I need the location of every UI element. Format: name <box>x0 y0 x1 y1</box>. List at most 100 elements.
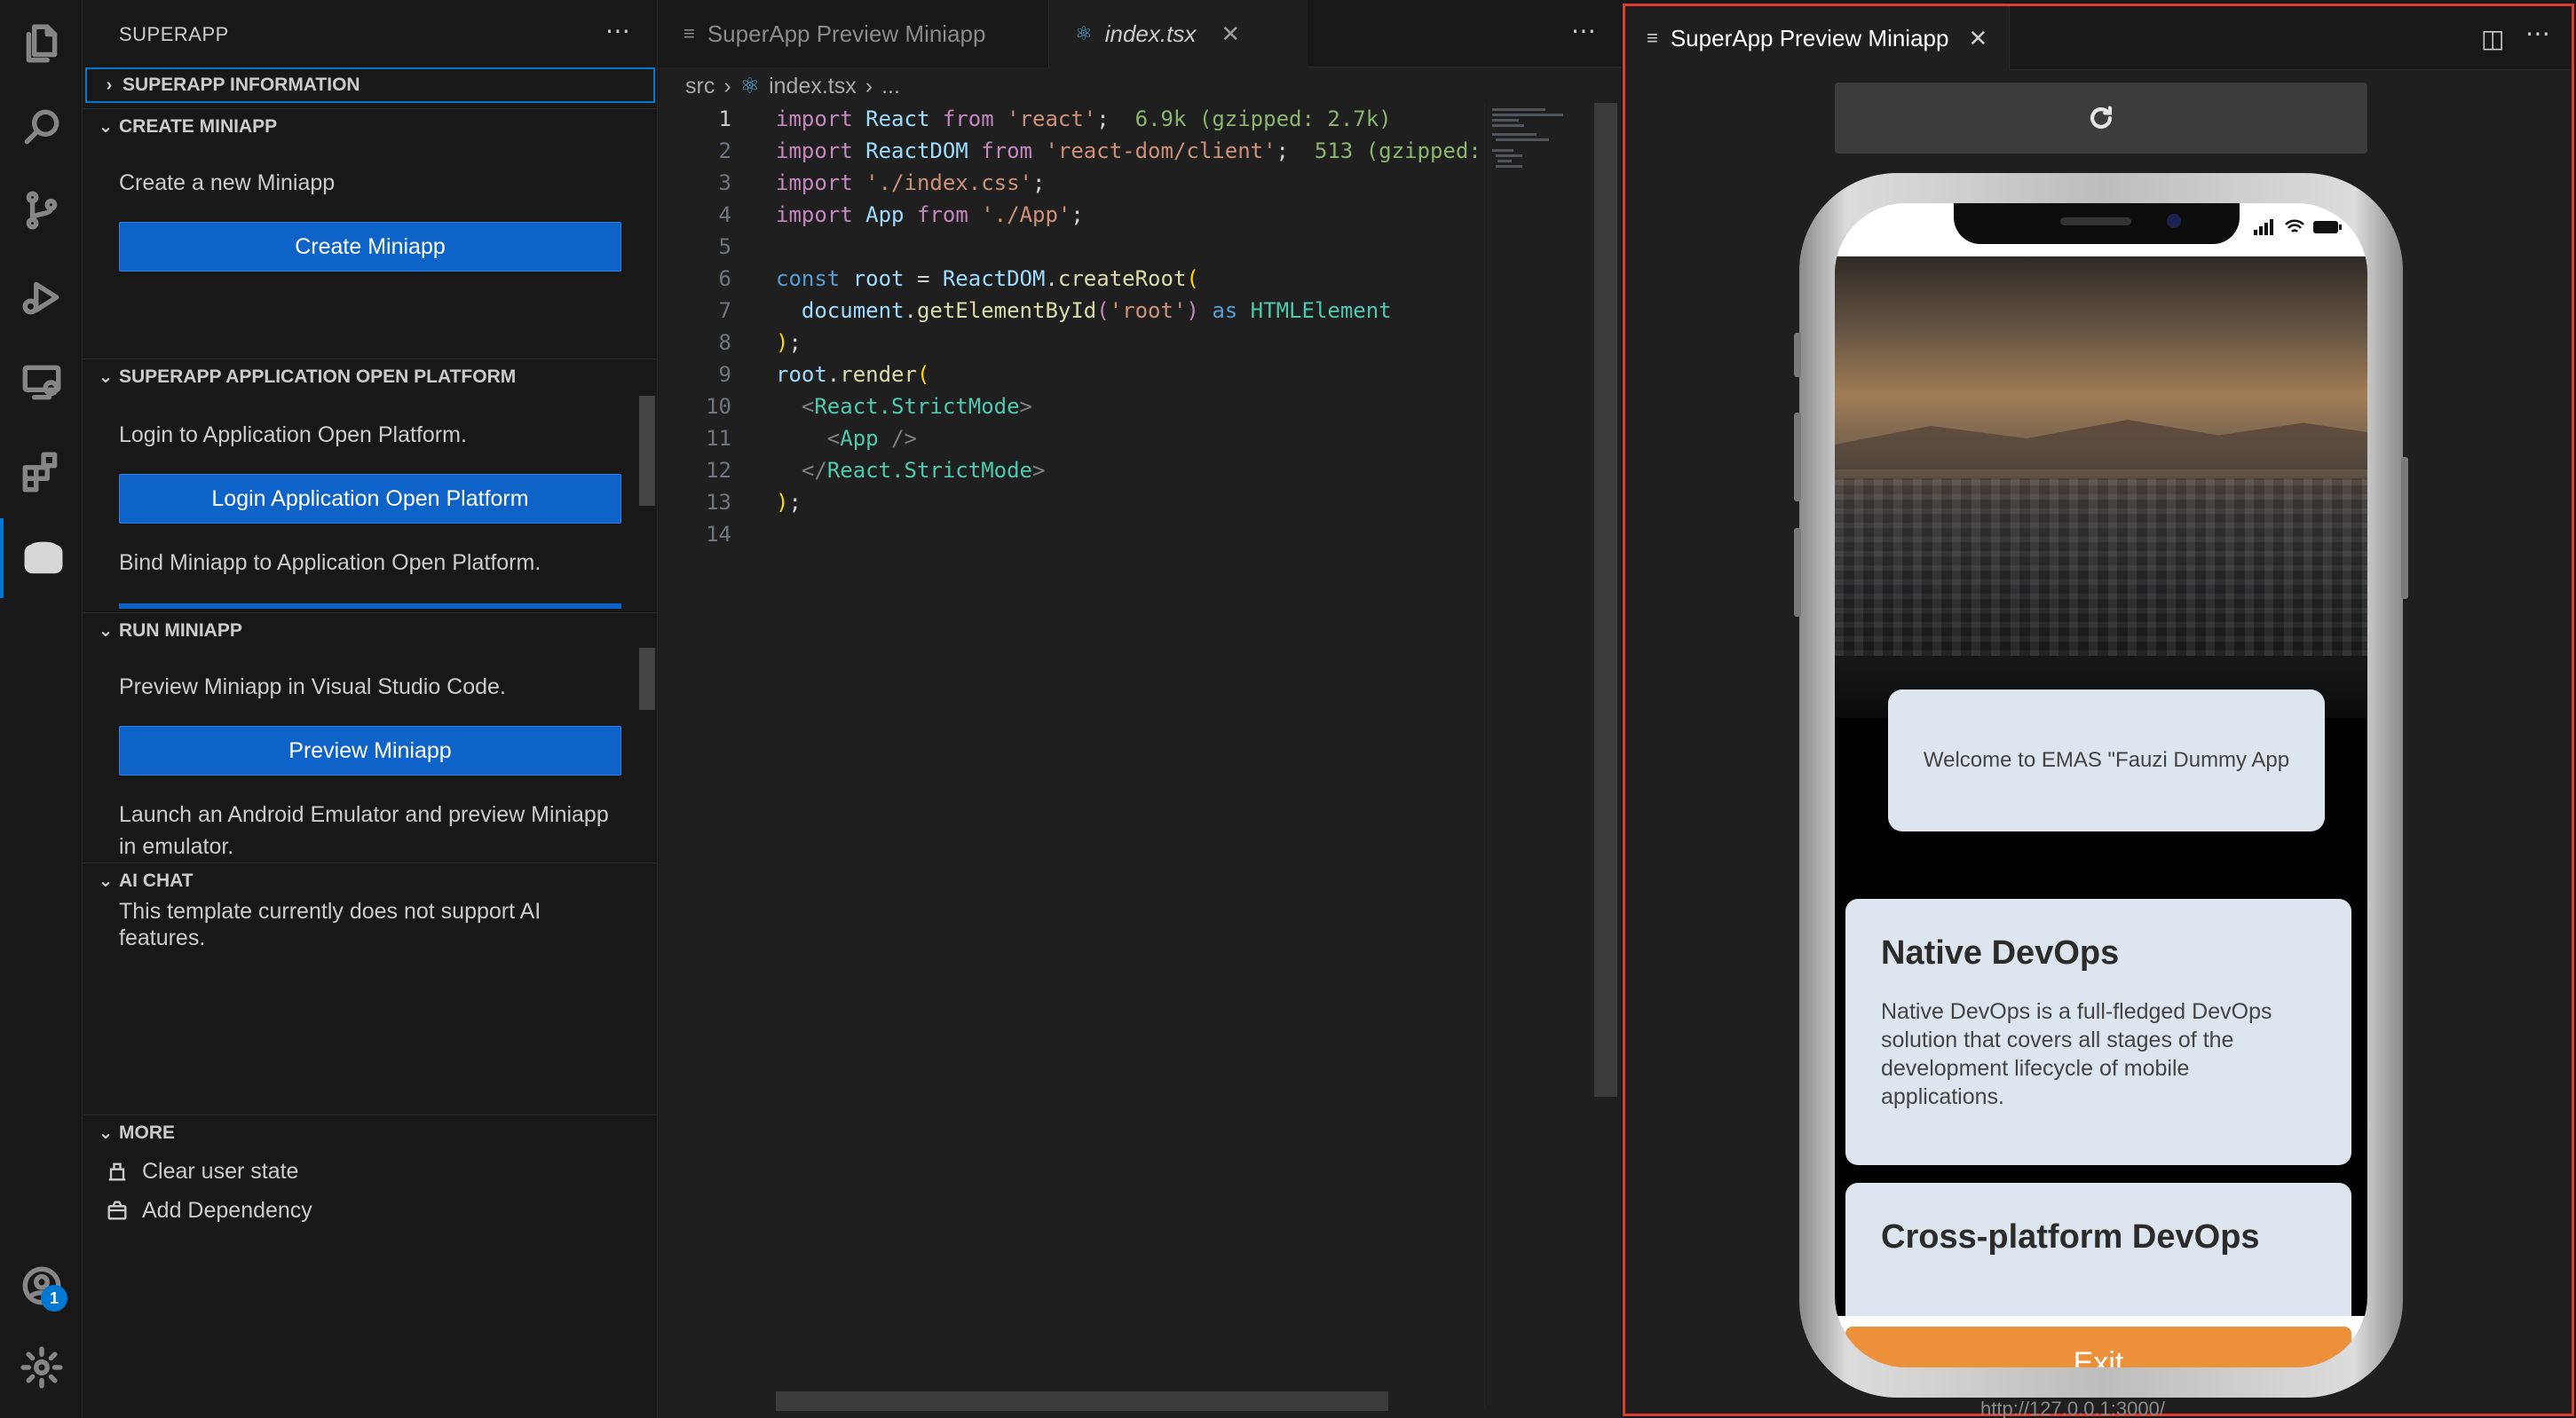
phone-screen: Welcome to EMAS "Fauzi Dummy App Native … <box>1835 203 2367 1367</box>
search-icon[interactable] <box>0 87 83 167</box>
reload-icon <box>2090 106 2113 130</box>
section-open-platform[interactable]: ⌄ SUPERAPP APPLICATION OPEN PLATFORM <box>83 358 657 394</box>
line-number: 4 <box>718 202 731 227</box>
breadcrumb-item[interactable]: src <box>685 74 715 99</box>
chevron-down-icon: ⌄ <box>98 871 114 891</box>
section-title: AI CHAT <box>119 870 194 891</box>
chevron-down-icon: ⌄ <box>98 117 114 137</box>
code-line: 1 import React from 'react'; 6.9k (gzippe… <box>659 103 1484 135</box>
code-line: 11 <App /> <box>659 422 1484 454</box>
editor-group: ≡ SuperApp Preview Miniapp ⚛ index.tsx ✕… <box>659 0 1621 1418</box>
split-editor-icon[interactable]: ◫ <box>2481 24 2504 53</box>
line-number: 9 <box>718 362 731 387</box>
welcome-banner: Welcome to EMAS "Fauzi Dummy App <box>1888 689 2325 831</box>
section-superapp-information[interactable]: › SUPERAPP INFORMATION <box>85 67 655 103</box>
superapp-icon[interactable] <box>0 518 83 598</box>
line-number: 6 <box>718 266 731 291</box>
create-miniapp-button[interactable]: Create Miniapp <box>119 222 621 272</box>
react-file-icon: ⚛ <box>739 74 761 98</box>
section-create-miniapp[interactable]: ⌄ CREATE MINIAPP <box>83 108 657 144</box>
account-icon[interactable]: 1 <box>0 1246 83 1326</box>
section-ai-chat[interactable]: ⌄ AI CHAT <box>83 863 657 898</box>
clear-user-state-item[interactable]: Clear user state <box>105 1154 298 1189</box>
section-title: SUPERAPP INFORMATION <box>122 75 360 95</box>
tab-label: index.tsx <box>1104 20 1197 47</box>
bind-button-partial[interactable] <box>119 603 621 609</box>
editor-more-actions-icon[interactable]: ⋯ <box>1571 16 1596 45</box>
section-title: CREATE MINIAPP <box>119 115 278 137</box>
code-line: 3 import './index.css'; <box>659 167 1484 199</box>
explorer-icon[interactable] <box>0 4 83 83</box>
code-line: 9 root.render( <box>659 358 1484 390</box>
status-bar <box>1835 203 2367 256</box>
breadcrumb: src › ⚛ index.tsx › ... <box>685 69 909 103</box>
superapp-preview-panel: ≡ SuperApp Preview Miniapp ✕ ◫ ⋯ Welcome… <box>1623 4 2574 1418</box>
clear-icon <box>108 1162 126 1181</box>
horizontal-scrollbar[interactable] <box>776 1391 1388 1411</box>
code-line: 7 document.getElementById('root') as HTM… <box>659 295 1484 327</box>
chevron-right-icon: › <box>106 75 113 95</box>
line-number: 10 <box>706 394 731 419</box>
tab-index-tsx[interactable]: ⚛ index.tsx ✕ <box>1050 0 1308 67</box>
source-control-icon[interactable] <box>0 170 83 250</box>
line-number: 1 <box>718 106 731 131</box>
sidebar: SUPERAPP ⋯ › SUPERAPP INFORMATION ⌄ CREA… <box>83 0 658 1418</box>
breadcrumb-item[interactable]: ... <box>881 74 900 99</box>
feature-card-native-devops[interactable]: Native DevOps Native DevOps is a full-fl… <box>1845 899 2351 1165</box>
breadcrumb-separator-icon: › <box>865 73 873 98</box>
chevron-down-icon: ⌄ <box>98 621 114 641</box>
code-line: 8); <box>659 327 1484 358</box>
extensions-icon[interactable] <box>0 431 83 511</box>
vertical-scrollbar[interactable] <box>1594 103 1617 1097</box>
tab-superapp-preview-active[interactable]: ≡ SuperApp Preview Miniapp ✕ <box>1625 6 2011 70</box>
card-title: Cross-platform DevOps <box>1881 1218 2260 1256</box>
tab-label: SuperApp Preview Miniapp <box>707 20 986 47</box>
line-number: 2 <box>718 138 731 163</box>
settings-gear-icon[interactable] <box>0 1327 83 1407</box>
section-title: RUN MINIAPP <box>119 619 242 641</box>
import-cost-inlay: 6.9k (gzipped: 2.7k) <box>1134 106 1392 131</box>
login-open-platform-button[interactable]: Login Application Open Platform <box>119 474 621 524</box>
section-run-miniapp[interactable]: ⌄ RUN MINIAPP <box>83 612 657 648</box>
hero-image <box>1835 256 2367 718</box>
create-description: Create a new Miniapp <box>119 170 336 195</box>
code-editor[interactable]: 1 import React from 'react'; 6.9k (gzippe… <box>659 103 1484 550</box>
breadcrumb-separator-icon: › <box>723 73 731 98</box>
line-number: 14 <box>706 522 731 547</box>
card-title: Native DevOps <box>1881 934 2120 972</box>
package-icon <box>107 1201 127 1220</box>
phone-frame: Welcome to EMAS "Fauzi Dummy App Native … <box>1794 173 2408 1398</box>
reload-button[interactable] <box>1835 83 2367 154</box>
phone-volume-up <box>1794 413 1801 501</box>
exit-button[interactable]: Exit <box>1845 1327 2351 1367</box>
react-file-icon: ⚛ <box>1075 22 1093 44</box>
preview-file-icon: ≡ <box>684 22 695 44</box>
breadcrumb-item[interactable]: index.tsx <box>769 74 857 99</box>
minimap[interactable] <box>1484 103 1576 1407</box>
preview-miniapp-button[interactable]: Preview Miniapp <box>119 726 621 776</box>
more-actions-icon[interactable]: ⋯ <box>605 16 630 45</box>
tab-superapp-preview[interactable]: ≡ SuperApp Preview Miniapp <box>659 0 1049 67</box>
more-item-label: Clear user state <box>142 1158 299 1184</box>
run-debug-icon[interactable] <box>0 257 83 337</box>
line-number: 11 <box>706 426 731 451</box>
section-more[interactable]: ⌄ MORE <box>83 1115 657 1150</box>
line-number: 13 <box>706 490 731 515</box>
close-tab-icon[interactable]: ✕ <box>1968 25 1987 52</box>
preview-more-actions-icon[interactable]: ⋯ <box>2525 19 2550 48</box>
add-dependency-item[interactable]: Add Dependency <box>105 1193 312 1228</box>
signal-icon <box>2254 219 2273 235</box>
line-number: 5 <box>718 234 731 259</box>
close-tab-icon[interactable]: ✕ <box>1221 20 1240 48</box>
phone-mute-switch <box>1794 333 1801 377</box>
section-scrollbar[interactable] <box>639 396 655 506</box>
login-description: Login to Application Open Platform. <box>119 422 467 447</box>
code-line: 13); <box>659 486 1484 518</box>
chevron-down-icon: ⌄ <box>98 367 114 387</box>
section-scrollbar[interactable] <box>639 648 655 710</box>
code-line: 5 <box>659 231 1484 263</box>
section-title: MORE <box>119 1122 175 1143</box>
exit-footer: Exit <box>1835 1316 2367 1367</box>
phone-notch <box>1954 203 2240 244</box>
remote-explorer-icon[interactable] <box>0 343 83 422</box>
